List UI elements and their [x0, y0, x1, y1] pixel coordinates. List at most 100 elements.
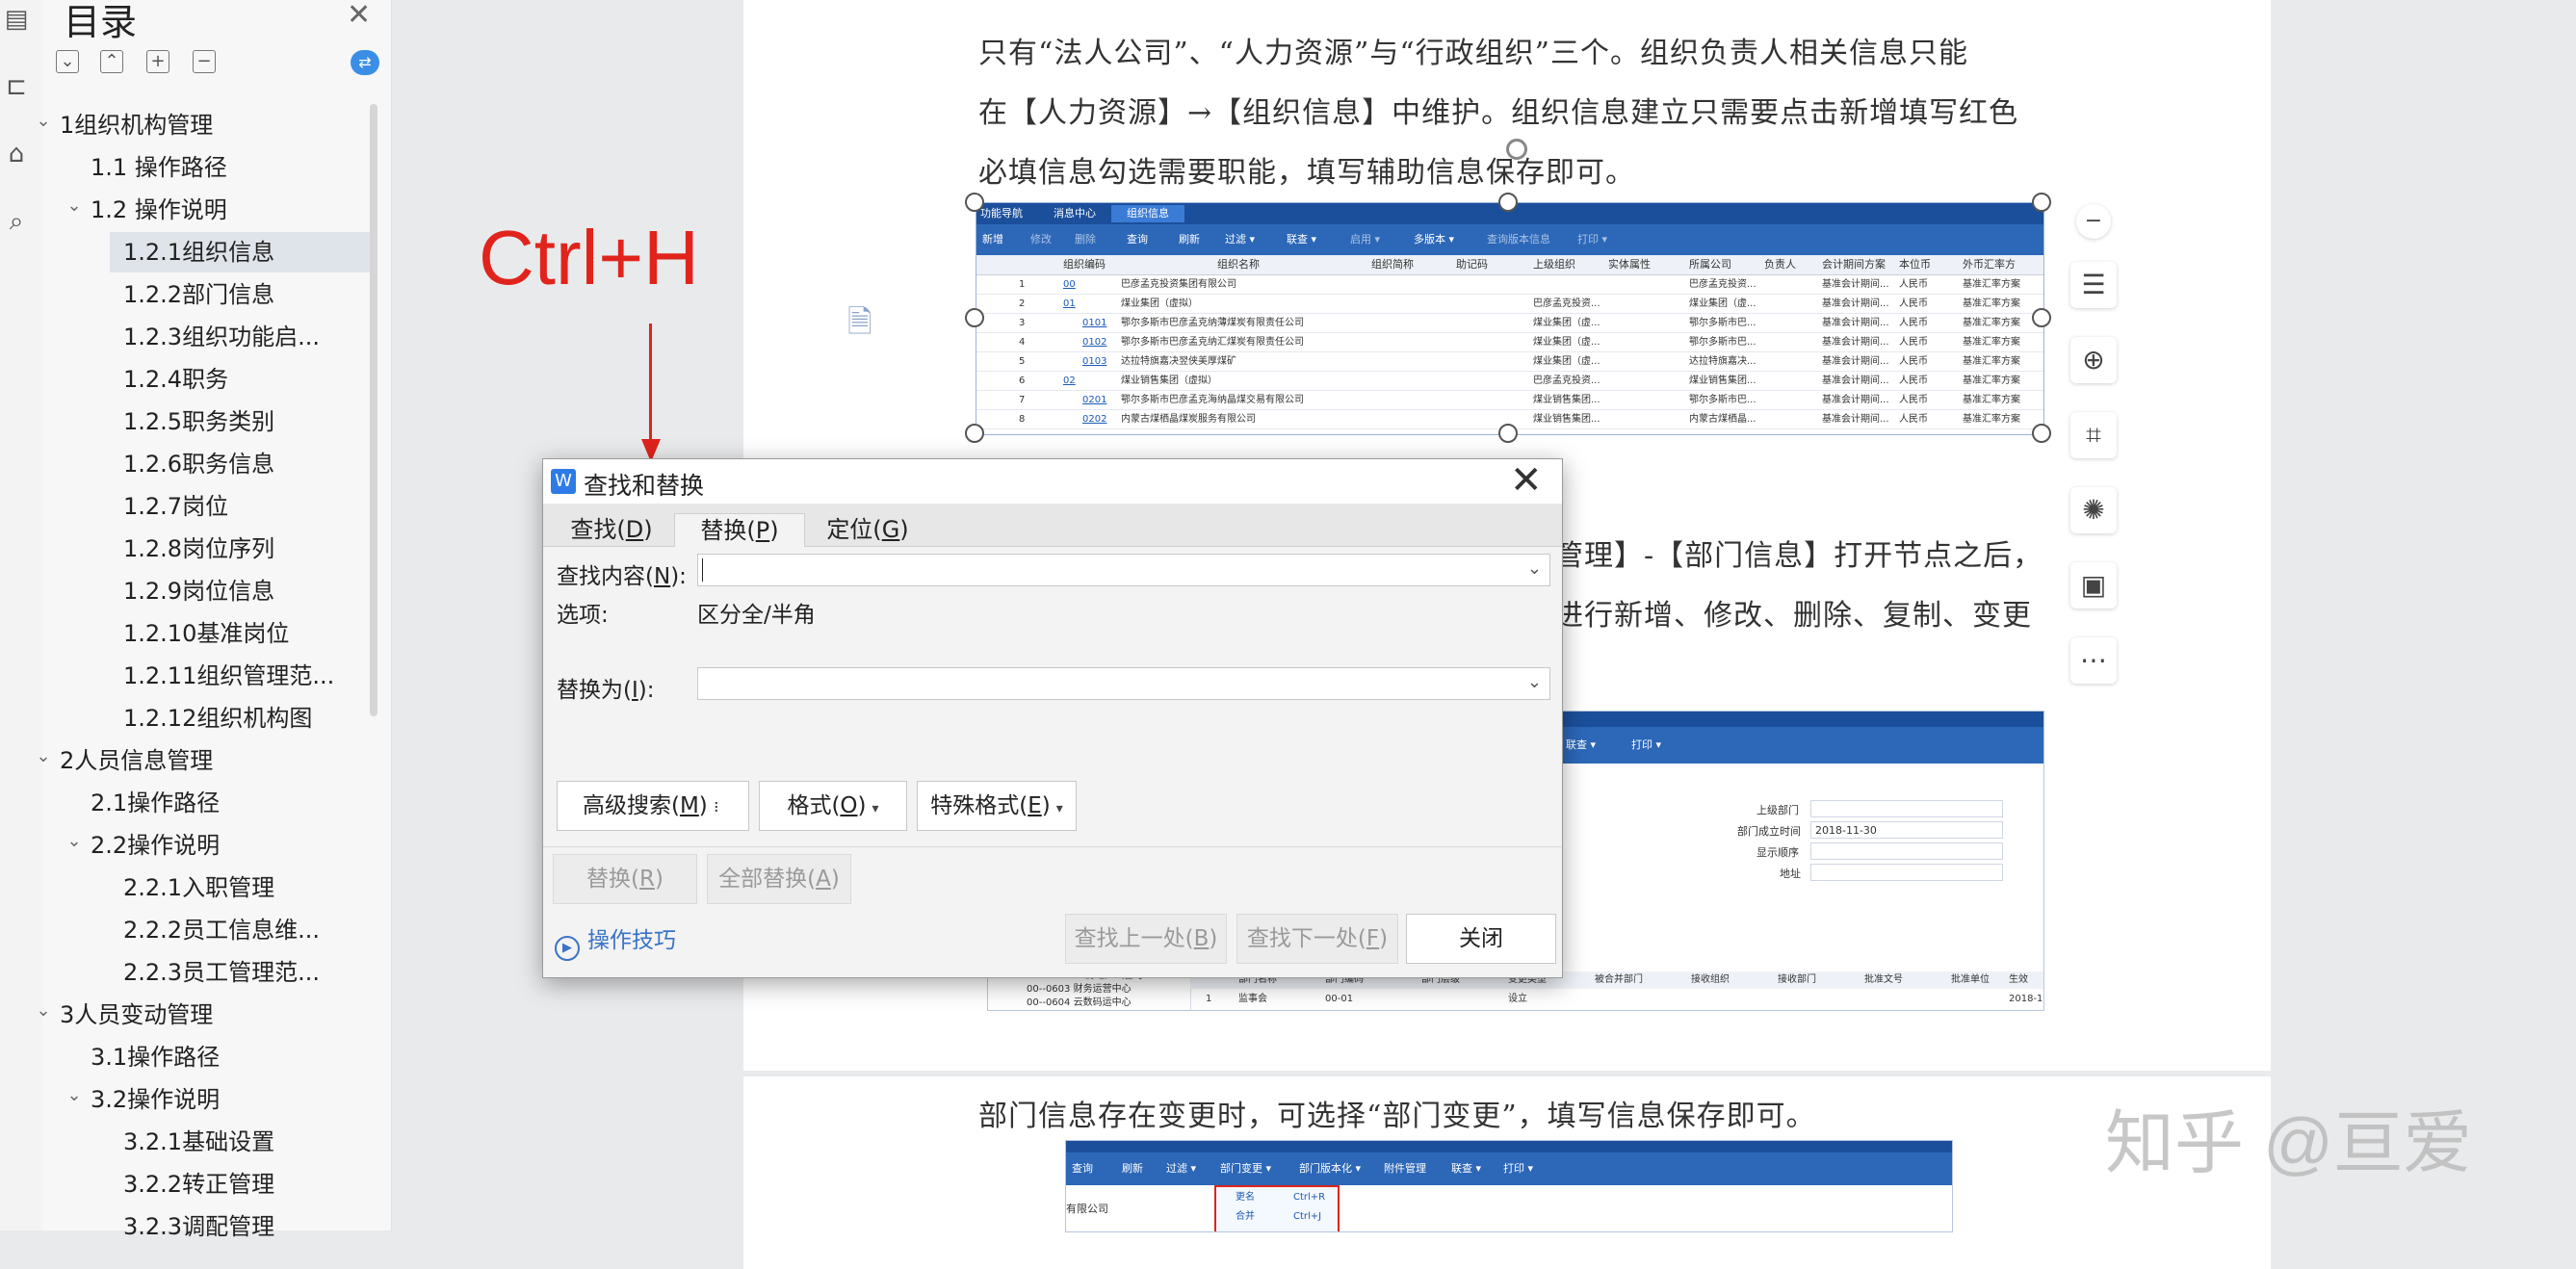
toc-item[interactable]: ⌄ 2人员信息管理	[36, 740, 370, 781]
screenshot-cell: 02	[1063, 376, 1076, 386]
screenshot-tool-button: 联查 ▾	[1451, 1162, 1482, 1175]
bookmark-panel-icon[interactable]: ⊏	[0, 67, 33, 106]
find-input[interactable]: ⌄	[697, 554, 1550, 586]
screenshot-column-header: 接收部门	[1778, 974, 1816, 985]
chevron-down-icon[interactable]: ⌄	[64, 1075, 85, 1116]
screenshot-tool-button: 刷新	[1179, 233, 1200, 246]
toc-item[interactable]: 2.2.1入职管理	[42, 868, 370, 908]
toc-item[interactable]: 1.2.11组织管理范...	[42, 656, 370, 696]
screenshot-cell: 鄂尔多斯市巴...	[1689, 318, 1756, 328]
toc-item[interactable]: 3.2.3调配管理	[42, 1206, 370, 1247]
resize-handle[interactable]	[2032, 193, 2051, 212]
chevron-down-icon[interactable]: ⌄	[1527, 672, 1542, 692]
toc-item[interactable]: 1.2.12组织机构图	[42, 698, 370, 738]
screenshot-column-header: 外币汇率方	[1963, 258, 2016, 271]
toc-scrollbar[interactable]	[370, 104, 377, 716]
toc-title: 目录	[64, 1, 138, 43]
resize-handle[interactable]	[965, 193, 984, 212]
toc-item[interactable]: 1.2.7岗位	[42, 486, 370, 527]
screenshot-cell: 基准汇率方案	[1963, 279, 2020, 290]
image-to-text-icon[interactable]: ▣	[2070, 562, 2117, 609]
dialog-title-bar[interactable]: W 查找和替换 ✕	[543, 459, 1562, 504]
resize-handle[interactable]	[2032, 424, 2051, 443]
toc-item[interactable]: 1.2.6职务信息	[42, 444, 370, 484]
tab-find[interactable]: 查找(D)	[553, 513, 670, 546]
toc-item[interactable]: 1.2.8岗位序列	[42, 529, 370, 569]
toc-item[interactable]: 1.2.5职务类别	[42, 401, 370, 442]
toc-item[interactable]: ⌄ 1.2 操作说明	[42, 190, 370, 230]
sync-icon[interactable]: ⇄	[351, 50, 379, 75]
more-icon[interactable]: ⋯	[2070, 637, 2117, 684]
find-previous-button[interactable]: 查找上一处(B)	[1065, 914, 1227, 964]
replace-input[interactable]: ⌄	[697, 667, 1550, 700]
close-button[interactable]: 关闭	[1406, 914, 1556, 964]
toc-item[interactable]: 1.2.1组织信息	[110, 232, 370, 272]
wrap-text-icon[interactable]: ☰	[2070, 262, 2117, 308]
toc-item[interactable]: 2.1操作路径	[42, 783, 370, 823]
chevron-down-icon[interactable]: ⌄	[33, 991, 54, 1031]
document-layout-icon[interactable]: 🗎	[847, 300, 872, 352]
toc-item[interactable]: 3.2.1基础设置	[42, 1122, 370, 1162]
toc-item[interactable]: ⌄ 3人员变动管理	[36, 995, 370, 1035]
chevron-down-icon[interactable]: ⌄	[33, 101, 54, 142]
screenshot-tool-button: 打印 ▾	[1577, 233, 1608, 246]
comment-panel-icon[interactable]: ⌂	[0, 135, 33, 173]
screenshot-column-header: 实体属性	[1608, 258, 1651, 271]
toc-item[interactable]: 2.2.2员工信息维...	[42, 910, 370, 950]
chevron-down-icon[interactable]: ⌄	[64, 186, 85, 226]
embedded-screenshot-org-info[interactable]: 功能导航 消息中心 组织信息 新增 修改 删除 查询 刷新 过滤 ▾ 联查 ▾ …	[976, 202, 2044, 435]
screenshot-tree-node: 00--0603 财务运营中心	[1027, 984, 1132, 995]
toc-item[interactable]: ⌄ 3.2操作说明	[42, 1079, 370, 1120]
toc-item[interactable]: 1.2.4职务	[42, 359, 370, 400]
toc-item[interactable]: 1.1 操作路径	[42, 147, 370, 188]
screenshot-cell: 巴彦孟克投资...	[1689, 279, 1756, 290]
crop-icon[interactable]: ⌗	[2070, 412, 2117, 458]
special-format-button[interactable]: 特殊格式(E) ▾	[917, 781, 1077, 831]
resize-handle[interactable]	[1498, 424, 1518, 443]
toc-item[interactable]: 1.2.10基准岗位	[42, 613, 370, 654]
zoom-in-icon[interactable]: ⊕	[2070, 337, 2117, 383]
tips-link[interactable]: ▶ 操作技巧	[555, 921, 676, 961]
screenshot-cell: 4	[1019, 337, 1026, 348]
lightbulb-icon[interactable]: ✺	[2070, 487, 2117, 533]
tab-replace[interactable]: 替换(P)	[674, 513, 805, 547]
resize-handle[interactable]	[2032, 308, 2051, 327]
screenshot-column-header: 上级组织	[1533, 258, 1575, 271]
toc-panel-icon[interactable]: ▤	[0, 0, 33, 39]
resize-handle[interactable]	[1498, 193, 1518, 212]
remove-heading-icon[interactable]: −	[193, 50, 216, 73]
toc-item-label: 1.2.2部门信息	[123, 281, 275, 308]
toc-item[interactable]: ⌄ 1组织机构管理	[36, 105, 370, 145]
screenshot-tool-button: 新增	[982, 233, 1003, 246]
rotate-handle-icon[interactable]	[1506, 139, 1527, 160]
close-icon[interactable]: ✕	[347, 0, 371, 32]
screenshot-table-row: 7 0201 鄂尔多斯市巴彦孟克海纳晶煤交易有限公司 煤业销售集团... 鄂尔多斯市巴.…	[976, 392, 2043, 410]
toc-item[interactable]: 1.2.2部门信息	[42, 274, 370, 315]
chevron-down-icon[interactable]: ⌄	[33, 737, 54, 777]
resize-handle[interactable]	[965, 308, 984, 327]
screenshot-tool-button: 部门版本化 ▾	[1299, 1162, 1362, 1175]
toc-item[interactable]: 2.2.3员工管理范...	[42, 952, 370, 993]
toc-item[interactable]: ⌄ 2.2操作说明	[42, 825, 370, 866]
expand-all-icon[interactable]: ⌄	[56, 50, 79, 73]
toc-item[interactable]: 1.2.3组织功能启...	[42, 317, 370, 357]
collapse-all-icon[interactable]: ⌃	[100, 50, 123, 73]
search-icon[interactable]: ⌕	[0, 202, 33, 241]
close-icon[interactable]: ✕	[1510, 461, 1543, 500]
embedded-screenshot-dept-change[interactable]: 查询 刷新 过滤 ▾ 部门变更 ▾ 部门版本化 ▾ 附件管理 联查 ▾ 打印 ▾ 有限公司 更…	[1065, 1140, 1953, 1232]
toc-item[interactable]: 3.2.2转正管理	[42, 1164, 370, 1204]
toc-item[interactable]: 3.1操作路径	[42, 1037, 370, 1077]
chevron-down-icon[interactable]: ⌄	[1527, 558, 1542, 579]
add-heading-icon[interactable]: +	[146, 50, 169, 73]
find-next-button[interactable]: 查找下一处(F)	[1236, 914, 1398, 964]
collapse-toolbar-icon[interactable]: −	[2076, 204, 2111, 239]
advanced-search-button[interactable]: 高级搜索(M) ⠇	[557, 781, 749, 831]
format-button[interactable]: 格式(O) ▾	[759, 781, 907, 831]
tab-goto[interactable]: 定位(G)	[805, 513, 930, 546]
resize-handle[interactable]	[965, 424, 984, 443]
chevron-down-icon[interactable]: ⌄	[64, 821, 85, 862]
toc-item-label: 3人员变动管理	[60, 1001, 214, 1028]
replace-button[interactable]: 替换(R)	[553, 854, 697, 904]
replace-all-button[interactable]: 全部替换(A)	[707, 854, 851, 904]
toc-item[interactable]: 1.2.9岗位信息	[42, 571, 370, 611]
